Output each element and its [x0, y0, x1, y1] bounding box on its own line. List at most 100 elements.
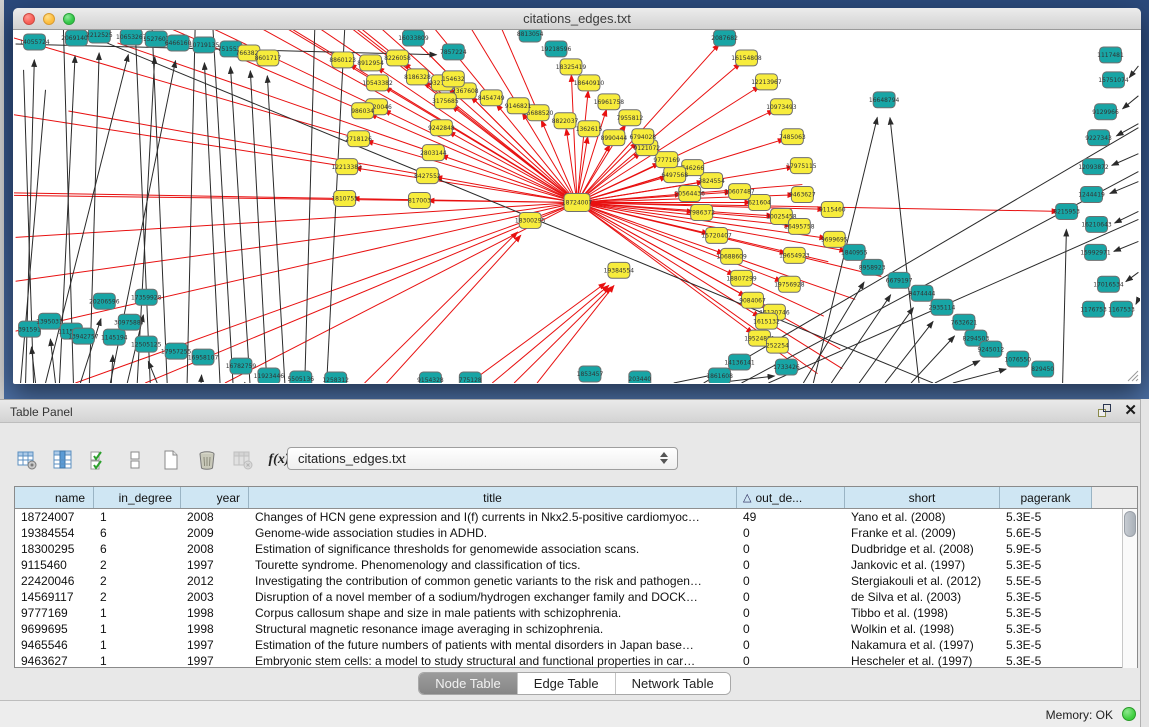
network-node[interactable]: 9245012 — [978, 341, 1005, 357]
select-rows-icon[interactable] — [86, 447, 112, 473]
network-node[interactable]: 1076550 — [1004, 351, 1031, 367]
network-node[interactable]: 10607487 — [724, 184, 755, 200]
network-node[interactable]: 8912954 — [357, 55, 384, 71]
network-node[interactable]: 8226058 — [384, 50, 411, 66]
table-row[interactable]: 1938455462009Genome-wide association stu… — [15, 525, 1137, 541]
network-node[interactable]: 8601717 — [255, 50, 282, 66]
network-node[interactable]: 1117481 — [1097, 47, 1124, 63]
table-row[interactable]: 1872400712008Changes of HCN gene express… — [15, 509, 1137, 525]
network-node[interactable]: 986034 — [351, 103, 374, 119]
network-node[interactable]: 2087682 — [711, 30, 738, 46]
table-row[interactable]: 911546021997Tourette syndrome. Phenomeno… — [15, 557, 1137, 573]
network-node[interactable]: 1362615 — [576, 121, 603, 137]
network-node[interactable]: 9146821 — [505, 98, 532, 114]
network-node[interactable]: 19384554 — [604, 262, 635, 278]
network-node[interactable]: 15720407 — [701, 227, 732, 243]
network-node[interactable]: 16961758 — [594, 94, 625, 110]
network-node[interactable]: 16033809 — [398, 30, 429, 46]
column-header-pagerank[interactable]: pagerank — [1000, 487, 1092, 508]
network-node[interactable]: 16782759 — [226, 358, 257, 374]
network-node[interactable]: 19218596 — [541, 41, 572, 57]
network-node-hub[interactable]: 18724007 — [562, 194, 593, 212]
network-node[interactable]: 775128 — [459, 372, 482, 383]
network-node[interactable]: 817003 — [408, 193, 431, 209]
network-node[interactable]: 12213967 — [751, 74, 782, 90]
network-canvas[interactable]: 1405572420691406221252510653267152760764… — [14, 30, 1140, 383]
network-node[interactable]: 7632621 — [951, 314, 978, 330]
window-resize-grip[interactable] — [1125, 368, 1139, 382]
network-node[interactable]: 1176753 — [1080, 301, 1107, 317]
network-node[interactable]: 6497568 — [661, 167, 688, 183]
table-settings-icon[interactable] — [14, 447, 40, 473]
network-node[interactable]: 8958923 — [859, 259, 886, 275]
network-node[interactable]: 11923446 — [254, 368, 285, 383]
network-node[interactable]: 10688609 — [716, 248, 747, 264]
network-node[interactable]: 17975115 — [786, 158, 817, 174]
network-node[interactable]: 1145194 — [101, 329, 128, 345]
network-node[interactable]: 20564436 — [674, 186, 705, 202]
network-node[interactable]: 9242848 — [428, 120, 455, 136]
network-node[interactable]: 2935114 — [929, 299, 956, 315]
network-node[interactable]: 203440 — [628, 371, 651, 383]
network-node[interactable]: 252254 — [766, 337, 789, 353]
column-header-short[interactable]: short — [845, 487, 1000, 508]
network-node[interactable]: 18640910 — [574, 75, 605, 91]
window-titlebar[interactable]: citations_edges.txt — [13, 8, 1141, 30]
network-node[interactable]: 10973493 — [766, 99, 797, 115]
network-node[interactable]: 5505136 — [287, 371, 314, 383]
network-node[interactable]: 8822037 — [552, 113, 579, 129]
network-node[interactable]: 16648794 — [869, 92, 900, 108]
network-node[interactable]: 7986372 — [688, 205, 715, 221]
table-row[interactable]: 977716911998Corpus callosum shape and si… — [15, 605, 1137, 621]
network-node[interactable]: 9084067 — [739, 292, 766, 308]
network-node[interactable]: 20206596 — [89, 293, 120, 309]
network-node[interactable]: 2212525 — [86, 30, 113, 43]
network-node[interactable]: 15751074 — [1098, 72, 1129, 88]
network-node[interactable]: 17359928 — [131, 289, 162, 305]
network-node[interactable]: 17016534 — [1093, 276, 1124, 292]
network-node[interactable]: 7485063 — [779, 129, 806, 145]
network-node[interactable]: 16154808 — [731, 50, 762, 66]
network-node[interactable]: 6679197 — [886, 272, 913, 288]
network-node[interactable]: 12505125 — [131, 336, 162, 352]
network-node[interactable]: 13942757 — [68, 328, 99, 344]
tab-network-table[interactable]: Network Table — [615, 673, 730, 694]
network-node[interactable]: 6794028 — [630, 129, 657, 145]
tab-node-table[interactable]: Node Table — [419, 673, 517, 694]
network-node[interactable]: 8860123 — [329, 52, 356, 68]
column-header-title[interactable]: title — [249, 487, 737, 508]
column-header-out_de[interactable]: △out_de... — [737, 487, 845, 508]
network-node[interactable]: 6466160 — [165, 35, 192, 51]
network-node[interactable]: 15992971 — [1080, 244, 1111, 260]
network-node[interactable]: 19756928 — [774, 276, 805, 292]
table-selector-dropdown[interactable]: citations_edges.txt — [287, 447, 678, 470]
network-node[interactable]: 1840955 — [841, 244, 868, 260]
network-node[interactable]: 1258312 — [322, 372, 349, 383]
network-node[interactable]: 7857224 — [440, 44, 467, 60]
network-node[interactable]: 1810755 — [331, 191, 358, 207]
network-node[interactable]: 829450 — [1031, 361, 1054, 377]
network-node[interactable]: 621604 — [748, 195, 771, 211]
network-node[interactable]: 9227343 — [1085, 130, 1112, 146]
column-visibility-icon[interactable] — [50, 447, 76, 473]
network-node[interactable]: 1861608 — [706, 368, 733, 383]
network-node[interactable]: 18807299 — [726, 270, 757, 286]
row-height-icon[interactable] — [122, 447, 148, 473]
table-row[interactable]: 946554611997Estimation of the future num… — [15, 637, 1137, 653]
tab-edge-table[interactable]: Edge Table — [517, 673, 615, 694]
network-node[interactable]: 7955812 — [617, 110, 644, 126]
column-header-year[interactable]: year — [181, 487, 249, 508]
network-node[interactable]: 8454749 — [478, 90, 505, 106]
table-row[interactable]: 1830029562008Estimation of significance … — [15, 541, 1137, 557]
network-node[interactable]: 14055724 — [19, 34, 50, 50]
network-node[interactable]: 9474444 — [909, 285, 936, 301]
table-scrollbar[interactable] — [1122, 509, 1137, 668]
network-node[interactable]: 10543382 — [362, 75, 393, 91]
network-node[interactable]: 2718126 — [345, 131, 372, 147]
network-node[interactable]: 16958107 — [188, 349, 219, 365]
network-node[interactable]: 1395031 — [36, 313, 63, 329]
table-row[interactable]: 946362711997Embryonic stem cells: a mode… — [15, 653, 1137, 669]
network-node[interactable]: 30975887 — [114, 314, 145, 330]
network-node[interactable]: 9154328 — [417, 372, 444, 383]
network-node[interactable]: 12093872 — [1078, 159, 1109, 175]
